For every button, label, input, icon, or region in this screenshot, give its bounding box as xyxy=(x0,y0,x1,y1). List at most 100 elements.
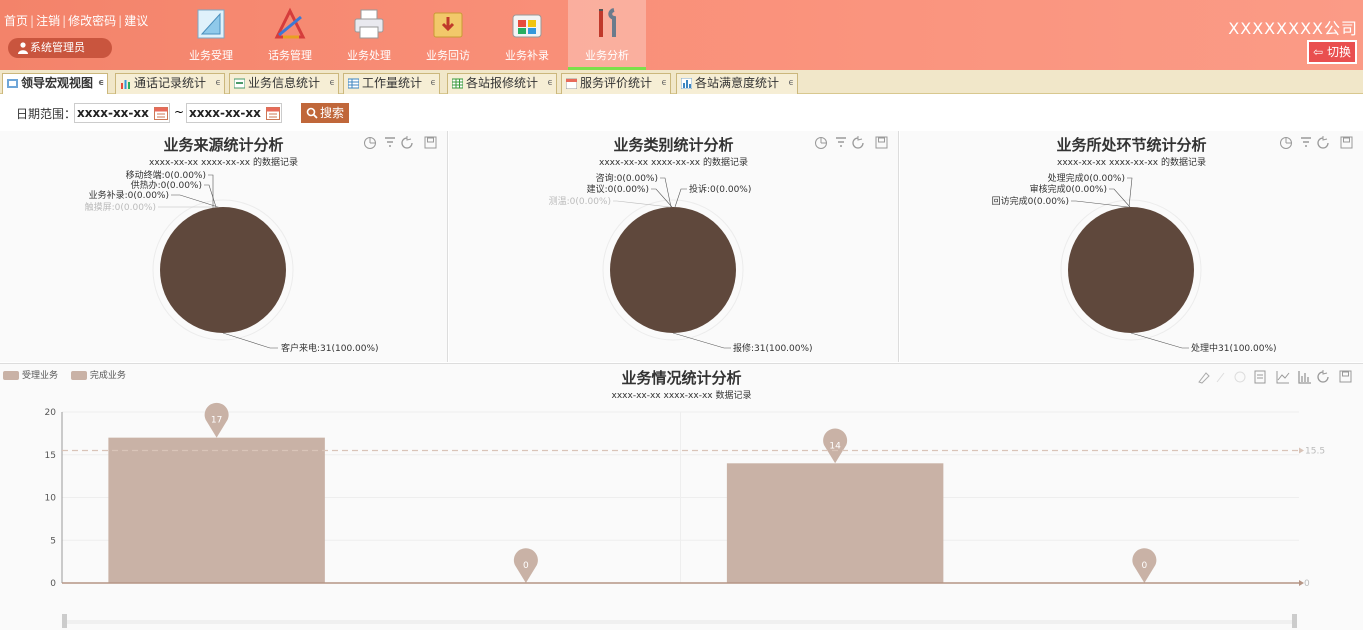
company-name: XXXXXXXX公司 xyxy=(1228,19,1358,38)
column-chart-icon xyxy=(681,78,692,89)
y-tick-label: 15 xyxy=(45,451,56,461)
y-tick-label: 5 xyxy=(50,536,56,546)
header-bar: 首页 | 注销 | 修改密码 | 建议 系统管理员 业务受理 话务管理 业务处理 业务回访 … xyxy=(0,0,1363,70)
category-pie-chart: 咨询:0(0.00%) 建议:0(0.00%) 投诉:0(0.00%) 测温:0… xyxy=(549,172,813,354)
pie-label: 处理完成0(0.00%) xyxy=(1048,172,1125,184)
grid-icon xyxy=(452,78,463,89)
pie-label: 建议:0(0.00%) xyxy=(587,183,649,195)
zoom-track xyxy=(67,620,1292,624)
label-line xyxy=(674,188,687,208)
tab-close-icon[interactable]: ϵ xyxy=(215,74,221,93)
tab-service-eval[interactable]: 服务评价统计 ϵ xyxy=(561,73,671,94)
nav-item-processing[interactable]: 业务处理 xyxy=(330,0,408,70)
user-icon xyxy=(18,42,28,54)
ruler-triangle-icon xyxy=(197,9,225,39)
panel-source-analysis: 业务来源统计分析 xxxx-xx-xx xxxx-xx-xx 的数据记录 移动终… xyxy=(0,131,448,362)
tab-close-icon[interactable]: ϵ xyxy=(98,74,104,93)
bar xyxy=(108,437,325,583)
table-icon xyxy=(348,78,359,89)
arrow-left-icon: ⇦ xyxy=(1313,45,1324,59)
switch-button[interactable]: ⇦ 切换 xyxy=(1307,40,1357,64)
pie-label: 投诉:0(0.00%) xyxy=(689,183,751,195)
pie-label: 供热办:0(0.00%) xyxy=(131,179,202,191)
source-pie-chart: 移动终端:0(0.00%) 供热办:0(0.00%) 业务补录:0(0.00%)… xyxy=(85,169,379,354)
wrench-screwdriver-icon xyxy=(599,8,616,37)
pie-label: 测温:0(0.00%) xyxy=(549,196,611,207)
markline-arrow xyxy=(1299,447,1304,454)
bar-chart-icon xyxy=(121,80,130,89)
stage-pie-chart: 处理完成0(0.00%) 审核完成0(0.00%) 回访完成0(0.00%) 处… xyxy=(992,172,1277,354)
pie-slice-main[interactable] xyxy=(1068,207,1194,333)
bar xyxy=(726,463,944,583)
tab-call-stats[interactable]: 通话记录统计 ϵ xyxy=(115,73,225,94)
suggestion-link[interactable]: 建议 xyxy=(124,14,148,28)
change-password-link[interactable]: 修改密码 xyxy=(68,14,116,28)
label-line xyxy=(660,177,672,208)
tab-repair-stats[interactable]: 各站报修统计 ϵ xyxy=(447,73,557,94)
label-line xyxy=(613,200,671,208)
tab-close-icon[interactable]: ϵ xyxy=(430,74,436,93)
pie-label: 触摸屏:0(0.00%) xyxy=(85,201,156,213)
label-line xyxy=(1109,188,1131,208)
bar-value-label: 14 xyxy=(829,441,841,451)
pie-label-main: 处理中31(100.00%) xyxy=(1191,342,1277,354)
drafting-tools-icon xyxy=(274,7,306,39)
nav-item-supplement[interactable]: 业务补录 xyxy=(488,0,566,70)
home-link[interactable]: 首页 xyxy=(4,14,28,28)
business-bar-chart: 0 5 10 15 20 17 14 0 0 0 15.5 xyxy=(45,402,1325,628)
end-date-input[interactable]: xxxx-xx-xx xyxy=(186,103,282,123)
tab-workload[interactable]: 工作量统计 ϵ xyxy=(343,73,440,94)
search-toolbar: 日期范围： xxxx-xx-xx ~ xxxx-xx-xx 搜索 xyxy=(0,94,1363,130)
tab-satisfaction[interactable]: 各站满意度统计 ϵ xyxy=(676,73,798,94)
pie-slice-main[interactable] xyxy=(160,207,286,333)
label-line xyxy=(204,184,217,208)
panel-category-analysis: 业务类别统计分析 xxxx-xx-xx xxxx-xx-xx 的数据记录 咨询:… xyxy=(449,131,899,362)
pie-label: 咨询:0(0.00%) xyxy=(596,172,658,184)
start-date-input[interactable]: xxxx-xx-xx xyxy=(74,103,170,123)
label-line xyxy=(672,332,731,349)
tab-business-info[interactable]: 业务信息统计 ϵ xyxy=(229,73,339,94)
search-icon xyxy=(306,107,318,119)
nav-item-revisit[interactable]: 业务回访 xyxy=(409,0,487,70)
y-tick-label: 20 xyxy=(45,408,57,418)
pie-label: 移动终端:0(0.00%) xyxy=(126,169,206,181)
pie-label: 业务补录:0(0.00%) xyxy=(89,189,169,201)
nav-item-analysis[interactable]: 业务分析 xyxy=(568,0,646,70)
nav-item-traffic[interactable]: 话务管理 xyxy=(251,0,329,70)
calendar-icon xyxy=(566,78,577,89)
business-overview-chart-panel: 受理业务 完成业务 业务情况统计分析 xxxx-xx-xx xxxx-xx-xx… xyxy=(0,363,1363,630)
bar-value-label: 0 xyxy=(523,561,529,571)
tab-leader-view[interactable]: 领导宏观视图 ϵ xyxy=(2,73,108,94)
tab-close-icon[interactable]: ϵ xyxy=(661,74,667,93)
folder-download-icon xyxy=(433,12,463,38)
label-line xyxy=(222,332,278,349)
user-badge: 系统管理员 xyxy=(8,38,112,58)
search-button[interactable]: 搜索 xyxy=(301,103,349,123)
y-tick-label: 10 xyxy=(45,494,57,504)
markline-zero-label: 0 xyxy=(1304,579,1310,589)
tab-close-icon[interactable]: ϵ xyxy=(788,74,794,93)
panel-stage-analysis: 业务所处环节统计分析 xxxx-xx-xx xxxx-xx-xx 的数据记录 处… xyxy=(900,131,1363,362)
top-links: 首页 | 注销 | 修改密码 | 建议 xyxy=(4,14,149,28)
label-line xyxy=(1130,332,1189,349)
tab-bar: 领导宏观视图 ϵ 通话记录统计 ϵ 业务信息统计 ϵ 工作量统计 ϵ 各站报修统计 ϵ 服… xyxy=(0,70,1363,94)
date-range-label: 日期范围： xyxy=(16,107,77,121)
calendar-icon[interactable] xyxy=(154,106,168,120)
pie-label: 回访完成0(0.00%) xyxy=(992,195,1069,207)
label-line xyxy=(208,174,214,208)
nav-item-acceptance[interactable]: 业务受理 xyxy=(172,0,250,70)
pie-label-main: 客户来电:31(100.00%) xyxy=(281,342,379,354)
calendar-icon[interactable] xyxy=(266,106,280,120)
tab-close-icon[interactable]: ϵ xyxy=(329,74,335,93)
y-tick-label: 0 xyxy=(50,579,56,589)
pie-label: 审核完成0(0.00%) xyxy=(1030,183,1107,195)
view-icon xyxy=(7,79,18,88)
logout-link[interactable]: 注销 xyxy=(36,14,60,28)
form-icon xyxy=(234,78,245,89)
zoom-handle-right xyxy=(1292,614,1297,628)
tab-close-icon[interactable]: ϵ xyxy=(547,74,553,93)
colored-box-icon xyxy=(512,14,542,38)
pie-slice-main[interactable] xyxy=(610,207,736,333)
label-line xyxy=(1071,200,1129,208)
bar-value-label: 0 xyxy=(1142,561,1148,571)
